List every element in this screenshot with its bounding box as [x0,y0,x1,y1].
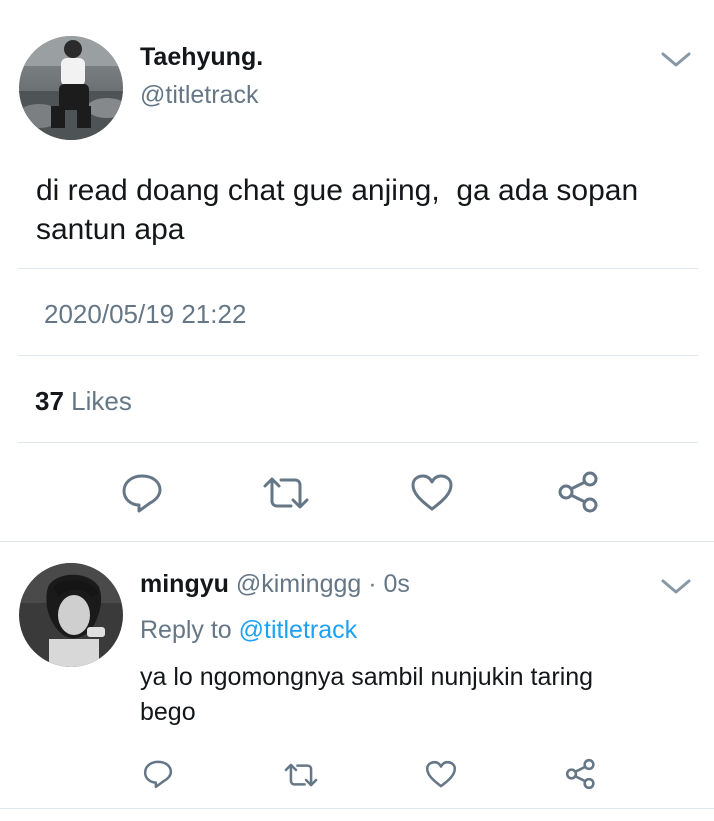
divider [18,355,698,356]
likes-label: Likes [71,386,132,416]
chevron-down-icon[interactable] [660,50,692,70]
divider [18,442,698,443]
reply-author-name[interactable]: mingyu [140,570,229,598]
likes-stat[interactable]: 37 Likes [35,386,132,417]
tweet-text-line: di read doang chat gue anjing, ga ada so… [36,174,639,207]
reply-text-line: bego [140,698,196,726]
reply-time: · 0s [368,570,410,598]
divider [18,268,698,269]
heart-icon[interactable] [425,760,457,789]
reply-icon[interactable] [120,472,164,514]
reply-to-handle[interactable]: @titletrack [239,616,357,644]
tweet-text: di read doang chat gue anjing, ga ada so… [36,171,638,249]
bottom-separator [0,808,714,809]
reply-author-handle[interactable]: @kiminggg [236,570,361,598]
tweet-text-line: santun apa [36,213,185,246]
reply-text-line: ya lo ngomongnya sambil nunjukin taring [140,663,594,691]
author-name[interactable]: Taehyung. [140,43,263,72]
retweet-icon[interactable] [283,761,319,789]
section-separator [0,541,714,542]
heart-icon[interactable] [410,473,454,513]
reply-text: ya lo ngomongnya sambil nunjukin taring … [140,660,593,730]
share-icon[interactable] [564,758,598,790]
reply-to-prefix: Reply to [140,616,232,644]
reply-header: mingyu @kiminggg · 0s [140,570,410,599]
share-icon[interactable] [556,470,602,514]
reply-to-line: Reply to @titletrack [140,616,357,645]
retweet-icon[interactable] [261,474,311,512]
reply-icon[interactable] [142,759,174,789]
reply-author-avatar[interactable] [19,563,123,667]
author-avatar[interactable] [19,36,123,140]
author-handle[interactable]: @titletrack [140,81,258,110]
tweet-timestamp[interactable]: 2020/05/19 21:22 [44,299,246,330]
likes-count: 37 [35,386,64,416]
chevron-down-icon[interactable] [660,577,692,597]
